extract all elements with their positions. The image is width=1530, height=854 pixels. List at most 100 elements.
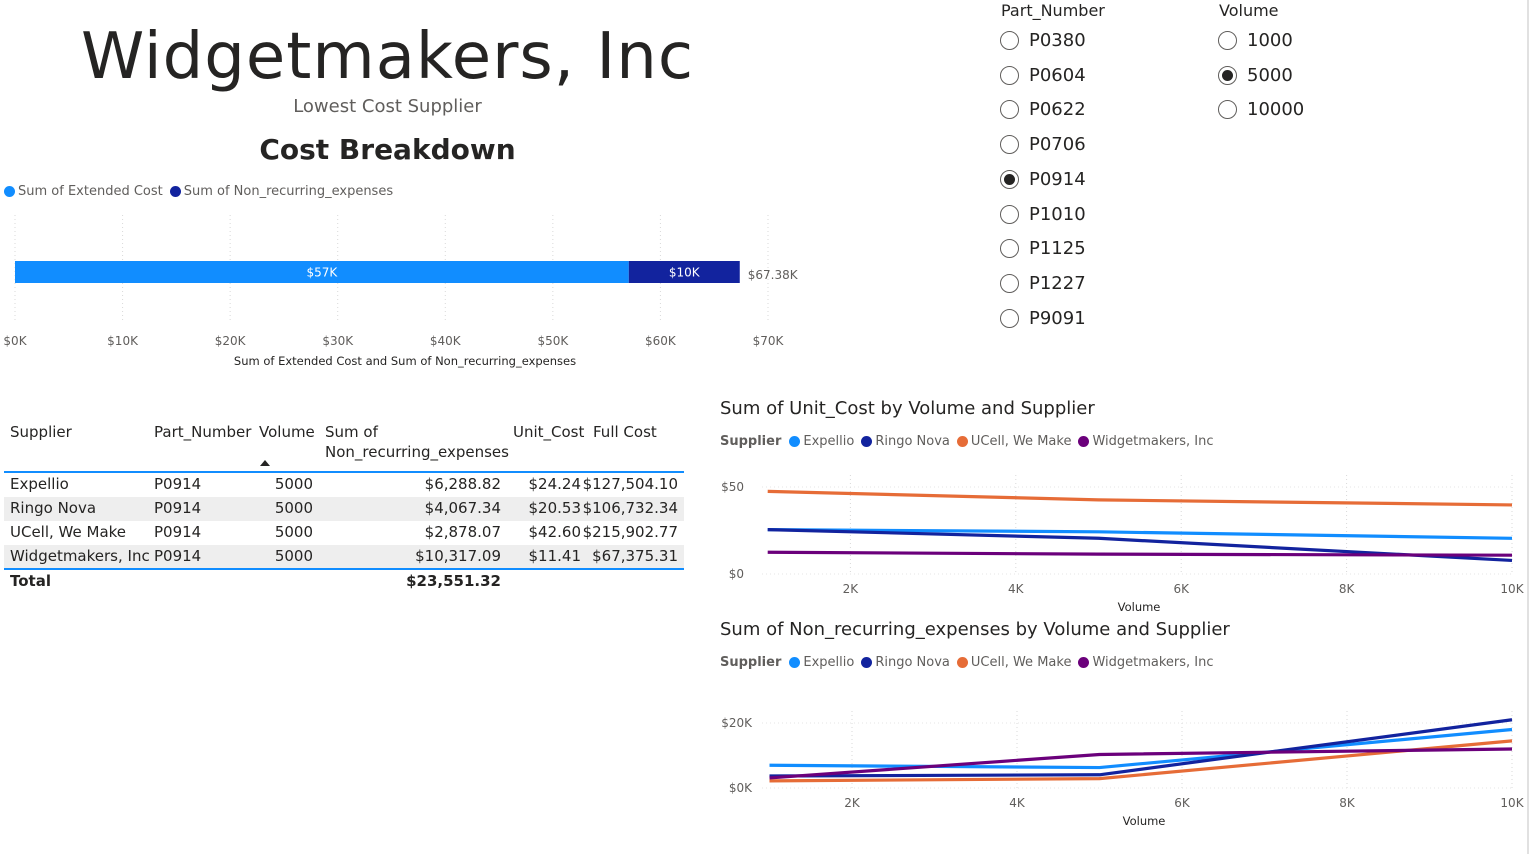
legend-label: Expellio [803, 434, 855, 449]
legend-label: Expellio [803, 655, 855, 670]
series-line[interactable] [767, 489, 1513, 507]
option-label: P0706 [1029, 134, 1086, 156]
radio-button[interactable] [1000, 308, 1019, 328]
series-line[interactable] [767, 550, 1513, 557]
volume-option[interactable]: 5000 [1218, 65, 1293, 86]
header-line: Non_recurring_expenses [325, 443, 509, 461]
x-tick-label: 8K [1339, 796, 1356, 810]
option-label: P0604 [1029, 64, 1086, 86]
slicer-title: Part_Number [1001, 1, 1105, 20]
total-value: $23,551.32 [406, 572, 501, 590]
radio-button[interactable] [1000, 239, 1019, 259]
part-number-option[interactable]: P1125 [1000, 238, 1086, 259]
radio-button[interactable] [1000, 273, 1019, 293]
radio-button[interactable] [1218, 31, 1237, 50]
x-tick-label: 2K [843, 582, 860, 596]
y-tick-label: $0 [729, 567, 744, 581]
option-label: P1010 [1029, 203, 1086, 225]
y-tick-label: $0K [729, 781, 753, 795]
bar-total-label: $67.38K [748, 268, 799, 282]
unit-cost-cell: $42.60 [528, 523, 582, 541]
unit-cost-chart-title: Sum of Unit_Cost by Volume and Supplier [720, 398, 1095, 419]
table-row[interactable]: Ringo Nova P0914 5000 $4,067.34 $20.53 $106,7… [4, 497, 684, 521]
x-tick-label: $60K [645, 334, 677, 348]
supplier-cell: Ringo Nova [10, 499, 97, 517]
volume-cell: 5000 [274, 547, 313, 565]
legend-item[interactable]: Ringo Nova [861, 655, 950, 670]
x-tick-label: 4K [1008, 582, 1025, 596]
y-tick-label: $20K [721, 716, 753, 730]
part-number-option[interactable]: P0622 [1000, 99, 1086, 120]
radio-button[interactable] [1000, 169, 1019, 189]
part-number-option[interactable]: P9091 [1000, 308, 1086, 329]
volume-cell: 5000 [274, 523, 313, 541]
x-axis-title: Sum of Extended Cost and Sum of Non_recu… [234, 354, 576, 368]
total-label: Total [10, 572, 51, 590]
legend-label: Ringo Nova [875, 434, 950, 449]
legend-dot [169, 186, 181, 197]
full-cost-cell: $215,902.77 [582, 523, 678, 541]
unit-cost-line-chart: $0 $50 2K 4K 6K 8K 10K Volume [721, 475, 1525, 614]
volume-option[interactable]: 10000 [1218, 99, 1304, 120]
part-number-cell: P0914 [154, 499, 202, 517]
radio-button[interactable] [1000, 204, 1019, 224]
x-tick-label: 6K [1174, 796, 1191, 810]
supplier-cell: Widgetmakers, Inc [10, 547, 150, 565]
part-number-option[interactable]: P0380 [1000, 30, 1086, 51]
legend-label: Ringo Nova [875, 655, 950, 670]
radio-button[interactable] [1000, 65, 1019, 85]
part-number-option[interactable]: P1227 [1000, 273, 1086, 294]
legend-item[interactable]: Expellio [789, 434, 854, 449]
legend-item[interactable]: Widgetmakers, Inc [1078, 655, 1214, 670]
y-tick-label: $50 [721, 480, 744, 494]
legend-item-nonrecurring[interactable]: Sum of Non_recurring_expenses [169, 184, 393, 199]
nonrecurring-chart-title: Sum of Non_recurring_expenses by Volume … [720, 619, 1230, 640]
column-header-volume[interactable]: Volume [259, 422, 315, 442]
volume-cell: 5000 [274, 475, 313, 493]
radio-button[interactable] [1218, 65, 1237, 85]
x-tick-label: $30K [322, 334, 354, 348]
unit-cost-cell: $11.41 [528, 547, 582, 565]
column-header-supplier[interactable]: Supplier [10, 422, 72, 442]
part-number-option[interactable]: P1010 [1000, 204, 1086, 225]
legend-label: UCell, We Make [970, 434, 1072, 449]
nonrecurring-cell: $4,067.34 [424, 499, 501, 517]
legend-item[interactable]: Ringo Nova [861, 434, 950, 449]
total-row: Total $23,551.32 [4, 570, 684, 594]
table-row[interactable]: Widgetmakers, Inc P0914 5000 $10,317.09 $11.… [4, 545, 684, 569]
part-number-option[interactable]: P0914 [1000, 169, 1086, 190]
legend-label: Widgetmakers, Inc [1092, 655, 1214, 670]
part-number-option[interactable]: P0706 [1000, 134, 1086, 155]
column-header-unit-cost[interactable]: Unit_Cost [513, 422, 584, 442]
legend-item-extended-cost[interactable]: Sum of Extended Cost [4, 184, 163, 199]
legend-item[interactable]: UCell, We Make [956, 434, 1072, 449]
option-label: 1000 [1247, 30, 1293, 51]
radio-button[interactable] [1000, 31, 1019, 50]
radio-button[interactable] [1218, 100, 1237, 120]
column-header-nonrecurring[interactable]: Sum of Non_recurring_expenses [325, 422, 509, 462]
legend-item[interactable]: UCell, We Make [956, 655, 1071, 670]
option-label: 10000 [1247, 99, 1305, 121]
column-header-full-cost[interactable]: Full Cost [593, 422, 657, 442]
volume-option[interactable]: 1000 [1218, 30, 1293, 51]
slicer-title: Volume [1219, 1, 1279, 20]
table-row[interactable]: Expellio P0914 5000 $6,288.82 $24.24 $127,504… [4, 473, 684, 497]
legend-dot [956, 436, 968, 447]
legend-dot [1078, 657, 1090, 668]
bar-data-label: $57K [306, 266, 338, 280]
x-tick-label: 10K [1500, 796, 1524, 810]
table-row[interactable]: UCell, We Make P0914 5000 $2,878.07 $42.60 $2… [4, 521, 684, 545]
legend-item[interactable]: Expellio [789, 655, 854, 670]
radio-button[interactable] [1000, 135, 1019, 155]
x-tick-label: $70K [753, 334, 785, 348]
x-tick-label: $50K [537, 334, 569, 348]
x-tick-label: 2K [844, 796, 861, 810]
report-subtitle: Lowest Cost Supplier [293, 96, 482, 117]
radio-button[interactable] [1000, 100, 1019, 120]
supplier-table: Supplier Part_Number Volume Sum of Non_r… [4, 412, 684, 597]
legend-item[interactable]: Widgetmakers, Inc [1078, 434, 1214, 449]
column-header-part-number[interactable]: Part_Number [154, 422, 251, 442]
sort-ascending-icon[interactable] [260, 460, 270, 466]
part-number-option[interactable]: P0604 [1000, 65, 1086, 86]
legend-dot [789, 657, 801, 668]
